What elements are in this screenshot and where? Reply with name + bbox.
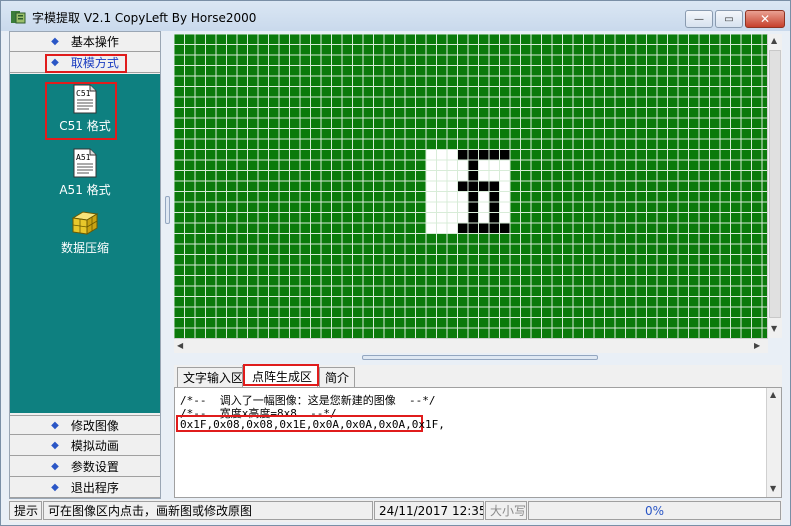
minimize-icon: —: [694, 13, 704, 25]
pixel-on: [468, 202, 479, 213]
pixel-on: [489, 212, 500, 223]
tab-strip: 文字输入区 点阵生成区 简介: [174, 364, 782, 387]
output-vertical-scrollbar[interactable]: ▲ ▼: [766, 388, 781, 497]
vertical-splitter[interactable]: [162, 31, 172, 499]
pixel-on: [468, 170, 479, 181]
scroll-up-icon[interactable]: ▲: [771, 36, 777, 45]
sidebar-item-label: 基本操作: [70, 35, 119, 49]
sidebar-item-label: 退出程序: [70, 481, 119, 495]
minimize-button[interactable]: —: [685, 10, 713, 28]
pixel-on: [489, 223, 500, 234]
pixel-grid[interactable]: [174, 34, 768, 338]
tool-area: C51 C51 格式 A51 A51 格式 数据压缩: [10, 74, 160, 413]
scroll-down-icon[interactable]: ▼: [771, 324, 777, 333]
sidebar-item-label: 参数设置: [70, 460, 119, 474]
a51-doc-icon: A51: [73, 148, 97, 178]
tab-label: 简介: [325, 371, 350, 385]
scroll-down-icon[interactable]: ▼: [770, 484, 776, 493]
tool-a51-format[interactable]: A51 A51 格式: [45, 148, 125, 198]
scroll-right-icon[interactable]: ▶: [754, 341, 760, 350]
status-caps: 大小写: [485, 501, 527, 520]
sidebar-item-parameter-settings[interactable]: ◆ 参数设置: [10, 457, 160, 477]
pixel-on: [468, 181, 479, 192]
sidebar: ◆ 基本操作 ◆ 取模方式 C51 C51 格式 A51 A51 格式 数据压缩…: [9, 31, 161, 499]
pixel-on: [478, 181, 489, 192]
tool-label: 数据压缩: [60, 241, 109, 255]
diamond-icon: ◆: [51, 482, 59, 493]
tool-label: A51 格式: [59, 183, 111, 197]
pixel-on: [468, 160, 479, 171]
sidebar-item-basic-operations[interactable]: ◆ 基本操作: [10, 32, 160, 52]
highlight-box: [45, 54, 127, 73]
pixel-on: [457, 149, 468, 160]
sidebar-item-edit-image[interactable]: ◆ 修改图像: [10, 415, 160, 435]
pixel-on: [489, 202, 500, 213]
diamond-icon: ◆: [51, 461, 59, 472]
pixel-on: [489, 191, 500, 202]
pixel-on: [468, 223, 479, 234]
highlight-box: [243, 364, 319, 386]
pixel-on: [489, 181, 500, 192]
pixel-on: [489, 149, 500, 160]
compress-cubes-icon: [71, 211, 99, 235]
pixel-on: [468, 191, 479, 202]
sidebar-item-simulate-animation[interactable]: ◆ 模拟动画: [10, 436, 160, 456]
pixel-on: [478, 149, 489, 160]
splitter-handle[interactable]: [165, 196, 170, 224]
pixel-on: [468, 212, 479, 223]
status-datetime: 24/11/2017 12:35:18: [374, 501, 484, 520]
pixel-on: [499, 149, 510, 160]
title-bar: 字模提取 V2.1 CopyLeft By Horse2000 — ▭ ✕: [1, 1, 790, 31]
diamond-icon: ◆: [51, 440, 59, 451]
diamond-icon: ◆: [51, 419, 59, 431]
scroll-up-icon[interactable]: ▲: [770, 390, 776, 399]
output-textbox[interactable]: /*-- 调入了一幅图像：这是您新建的图像 --*/ /*-- 宽度x高度=8x…: [174, 387, 782, 498]
close-icon: ✕: [759, 12, 771, 26]
splitter-handle[interactable]: [362, 355, 598, 360]
grid-horizontal-scrollbar[interactable]: ◀ ▶: [174, 338, 768, 353]
sidebar-item-label: 模拟动画: [70, 439, 119, 453]
tab-intro[interactable]: 简介: [319, 367, 356, 387]
scrollbar-thumb[interactable]: [769, 50, 781, 318]
sidebar-item-exit-program[interactable]: ◆ 退出程序: [10, 478, 160, 498]
highlight-box: [45, 82, 117, 140]
close-button[interactable]: ✕: [745, 10, 785, 28]
output-data-line: 0x1F,0x08,0x08,0x1E,0x0A,0x0A,0x0A,0x1F,: [180, 418, 445, 431]
app-window: 字模提取 V2.1 CopyLeft By Horse2000 — ▭ ✕ ◆ …: [0, 0, 791, 526]
pixel-on: [457, 223, 468, 234]
status-bar: 提示 可在图像区内点击，画新图或修改原图 24/11/2017 12:35:18…: [9, 500, 782, 522]
pixel-on: [468, 149, 479, 160]
app-icon: [11, 11, 26, 24]
a51-icon-text: A51: [76, 153, 91, 162]
sidebar-item-label: 修改图像: [70, 418, 119, 433]
image-grid-area[interactable]: [174, 34, 768, 338]
pixel-on: [457, 181, 468, 192]
tool-data-compress[interactable]: 数据压缩: [45, 208, 125, 256]
tool-c51-format[interactable]: C51 C51 格式: [45, 82, 125, 140]
grid-vertical-scrollbar[interactable]: ▲ ▼: [767, 34, 782, 338]
tab-text-input[interactable]: 文字输入区: [177, 367, 250, 387]
pixel-on: [499, 223, 510, 234]
status-progress: 0%: [528, 501, 781, 520]
tab-label: 文字输入区: [183, 371, 244, 385]
scroll-left-icon[interactable]: ◀: [177, 341, 183, 350]
horizontal-splitter[interactable]: [174, 354, 782, 362]
status-label: 提示: [9, 501, 42, 520]
sidebar-item-extraction-mode[interactable]: ◆ 取模方式: [10, 53, 160, 73]
window-title: 字模提取 V2.1 CopyLeft By Horse2000: [32, 11, 257, 25]
status-message: 可在图像区内点击，画新图或修改原图: [43, 501, 373, 520]
pixel-on: [478, 223, 489, 234]
maximize-icon: ▭: [724, 13, 734, 25]
diamond-icon: ◆: [51, 36, 59, 47]
maximize-button[interactable]: ▭: [715, 10, 743, 28]
tab-dot-matrix[interactable]: 点阵生成区: [242, 364, 319, 387]
